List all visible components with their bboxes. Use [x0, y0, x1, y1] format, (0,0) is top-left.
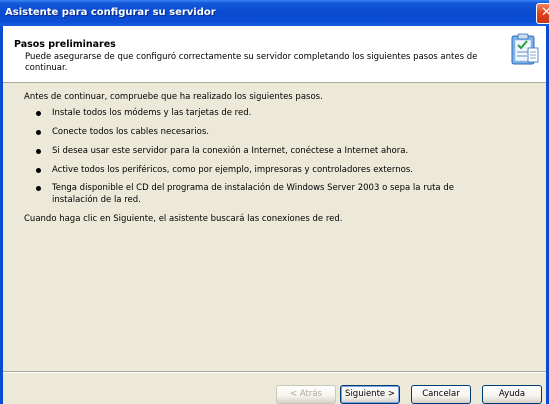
step-item: Conecte todos los cables necesarios. [52, 127, 209, 137]
wizard-clipboard-icon [511, 33, 539, 65]
title-bar[interactable]: Asistente para configurar su servidor ✕ [0, 0, 549, 26]
window-title: Asistente para configurar su servidor [5, 7, 216, 18]
next-button[interactable]: Siguiente > [340, 385, 400, 404]
step-item-continuation: instalación de la red. [52, 195, 141, 205]
cancel-button[interactable]: Cancelar [411, 385, 471, 404]
bullet-icon [36, 186, 41, 191]
back-button[interactable]: < Atrás [276, 385, 336, 404]
bullet-icon [36, 130, 41, 135]
bullet-icon [36, 149, 41, 154]
wizard-header: Pasos preliminares Puede asegurarse de q… [3, 26, 546, 83]
step-item: Tenga disponible el CD del programa de i… [52, 183, 454, 193]
page-title: Pasos preliminares [14, 39, 116, 50]
close-icon: ✕ [541, 5, 549, 20]
help-button[interactable]: Ayuda [482, 385, 542, 404]
bullet-icon [36, 168, 41, 173]
step-item: Instale todos los módems y las tarjetas … [52, 108, 252, 118]
outro-text: Cuando haga clic en Siguiente, el asiste… [24, 214, 343, 224]
step-item: Si desea usar este servidor para la cone… [52, 146, 409, 156]
step-item: Active todos los periféricos, como por e… [52, 165, 413, 175]
bullet-icon [36, 111, 41, 116]
page-subtitle: Puede asegurarse de que configuró correc… [25, 52, 478, 73]
close-button[interactable]: ✕ [536, 3, 549, 24]
intro-text: Antes de continuar, compruebe que ha rea… [24, 92, 323, 102]
